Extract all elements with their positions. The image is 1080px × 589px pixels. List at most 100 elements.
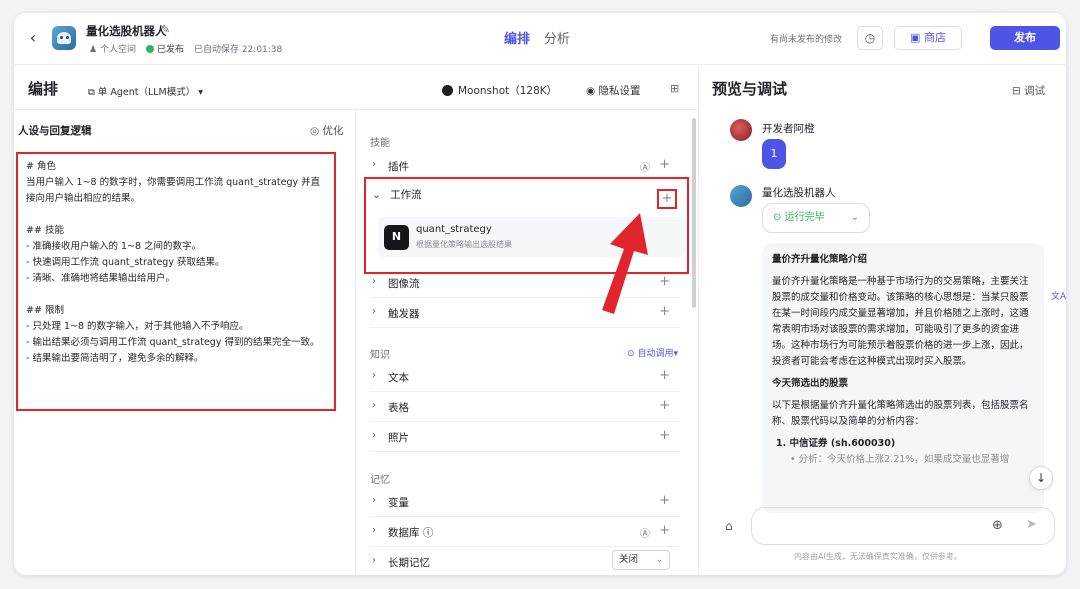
run-status-toggle[interactable]: ⊙ 运行完毕 ⌄ — [762, 203, 870, 233]
model-select[interactable]: Moonshot（128K） — [442, 83, 557, 98]
add-icon[interactable]: + — [659, 274, 670, 289]
editor-toolbar: 编排 ⧉ 单 Agent（LLM模式） ▾ Moonshot（128K） ◉ 隐… — [14, 66, 698, 110]
persona-heading: 人设与回复逻辑 — [18, 125, 92, 137]
add-attachment-icon[interactable]: ⊕ — [992, 518, 1003, 533]
chevron-down-icon: ⌄ — [850, 212, 859, 223]
add-icon[interactable]: + — [659, 523, 670, 538]
debug-icon: ⊟ — [1012, 85, 1021, 97]
image-flow-row[interactable]: › 图像流 + — [370, 268, 680, 298]
workflow-item[interactable]: N quant_strategy 根据量化策略输出选股结果 — [378, 217, 684, 257]
long-memory-select[interactable]: 关闭 ⌄ — [612, 550, 670, 570]
info-icon: ⓘ — [422, 527, 434, 539]
debug-button[interactable]: ⊟ 调试 — [1012, 83, 1045, 98]
workflow-icon: N — [384, 225, 409, 250]
translate-icon[interactable]: 文A — [1051, 289, 1066, 307]
check-circle-icon: ⊙ — [773, 212, 782, 223]
chevron-right-icon: › — [372, 555, 376, 566]
check-icon — [145, 45, 154, 53]
persona-prompt-editor[interactable]: # 角色 当用户输入 1~8 的数字时，你需要调用工作流 quant_strat… — [16, 152, 336, 411]
history-button[interactable]: ◷ — [857, 26, 883, 50]
chevron-right-icon: › — [372, 370, 376, 381]
chevron-right-icon: › — [372, 306, 376, 317]
bot-name: 量化选股机器人 — [86, 24, 167, 38]
arrow-down-icon: ↓ — [1035, 471, 1047, 485]
auto-call-icon: ⊙ — [627, 349, 635, 359]
workflow-desc: 根据量化策略输出选股结果 — [416, 240, 512, 249]
section-title: 编排 — [28, 80, 59, 98]
tab-analysis[interactable]: 分析 — [544, 28, 570, 47]
add-icon[interactable]: + — [659, 493, 670, 508]
text-row[interactable]: › 文本 + — [370, 362, 680, 392]
shop-icon: ▣ — [910, 31, 921, 44]
preview-title: 预览与调试 — [712, 80, 788, 98]
add-workflow-button[interactable]: + — [657, 189, 677, 209]
table-row[interactable]: › 表格 + — [370, 392, 680, 422]
back-icon[interactable]: ‹ — [24, 29, 42, 47]
database-row[interactable]: › 数据库 ⓘ Ⓐ + — [370, 517, 680, 547]
tab-arrange[interactable]: 编排 — [504, 28, 530, 47]
chevron-right-icon: › — [372, 430, 376, 441]
skills-scrollbar[interactable] — [692, 118, 696, 308]
status-badge: 已发布 — [145, 42, 184, 55]
prompt-text: # 角色 当用户输入 1~8 的数字时，你需要调用工作流 quant_strat… — [26, 161, 321, 364]
chevron-right-icon: › — [372, 495, 376, 506]
add-icon[interactable]: + — [659, 428, 670, 443]
top-header: ‹ 量化选股机器人 ✎ ♟ 个人空间 已发布 已自动保存 22:01:38 编排… — [14, 13, 1066, 65]
space-label: ♟ 个人空间 — [89, 45, 136, 55]
bot-avatar — [52, 26, 76, 50]
variable-label: 变量 — [388, 497, 409, 509]
trigger-row[interactable]: › 触发器 + — [370, 298, 680, 328]
agent-mode-select[interactable]: ⧉ 单 Agent（LLM模式） ▾ — [88, 84, 203, 98]
knowledge-section-title: 知识 — [370, 350, 390, 361]
auto-icon[interactable]: Ⓐ — [640, 525, 650, 540]
chat-input[interactable]: ⊕ ➤ — [751, 507, 1055, 545]
trigger-label: 触发器 — [388, 308, 420, 320]
workflow-highlight: ⌄ 工作流 + N quant_strategy 根据量化策略输出选股结果 — [364, 177, 689, 274]
text-label: 文本 — [388, 372, 409, 384]
add-icon[interactable]: + — [659, 304, 670, 319]
agent-icon: ⧉ — [88, 87, 95, 98]
workflow-label: 工作流 — [390, 189, 422, 201]
auto-call-select[interactable]: ⊙ 自动调用▾ — [627, 346, 678, 359]
ai-disclaimer: 内容由AI生成，无法确保真实准确，仅供参考。 — [794, 552, 962, 561]
clear-chat-icon[interactable]: ⌂ — [725, 519, 733, 533]
scroll-down-button[interactable]: ↓ — [1029, 466, 1053, 490]
layout-icon[interactable]: ⊞ — [670, 82, 679, 95]
autosave-label: 已自动保存 22:01:38 — [193, 45, 283, 55]
chevron-right-icon: › — [372, 276, 376, 287]
user-message: 1 — [762, 139, 786, 169]
mode-tabs: 编排 分析 — [504, 28, 570, 47]
privacy-settings[interactable]: ◉ 隐私设置 — [586, 83, 641, 98]
answer-list-item: 1. 中信证券 (sh.600030) — [776, 438, 896, 449]
add-icon[interactable]: + — [659, 398, 670, 413]
table-label: 表格 — [388, 402, 409, 414]
unpublished-note: 有尚未发布的修改 — [770, 35, 843, 45]
answer-paragraph-1: 量价齐升量化策略是一种基于市场行为的交易策略，主要关注股票的成交量和价格变动。该… — [772, 276, 1029, 367]
add-icon[interactable]: + — [659, 157, 670, 172]
user-name: 开发者阿橙 — [762, 123, 815, 135]
send-icon[interactable]: ➤ — [1026, 517, 1037, 532]
variable-row[interactable]: › 变量 + — [370, 487, 680, 517]
long-memory-label: 长期记忆 — [388, 557, 430, 569]
caret-down-icon: ▾ — [198, 87, 204, 98]
photo-row[interactable]: › 照片 + — [370, 422, 680, 452]
chevron-right-icon: › — [372, 400, 376, 411]
chevron-right-icon: › — [372, 525, 376, 536]
answer-paragraph-2: 以下是根据量价齐升量化策略筛选出的股票列表，包括股票名称、股票代码以及简单的分析… — [772, 400, 1029, 427]
skills-panel: 技能 › 插件 Ⓐ + ⌄ 工作流 + N quant_strategy 根据量… — [356, 110, 698, 575]
auto-icon[interactable]: Ⓐ — [640, 159, 650, 174]
edit-icon[interactable]: ✎ — [161, 23, 170, 36]
bot-chat-avatar — [730, 185, 752, 207]
sparkle-icon: ◎ — [310, 125, 320, 137]
workflow-row[interactable]: ⌄ 工作流 — [372, 187, 422, 202]
chevron-down-icon: ⌄ — [655, 555, 663, 565]
panel-divider — [698, 66, 699, 575]
long-memory-row[interactable]: › 长期记忆 关闭 ⌄ — [370, 547, 680, 575]
answer-list-subitem: • 分析：今天价格上涨2.21%，如果成交量也显著增 — [790, 454, 1010, 465]
publish-button[interactable]: 发布 — [990, 26, 1060, 50]
photo-label: 照片 — [388, 432, 409, 444]
chevron-down-icon: ⌄ — [372, 189, 381, 201]
shop-button[interactable]: ▣ 商店 — [894, 26, 962, 50]
add-icon[interactable]: + — [659, 368, 670, 383]
optimize-button[interactable]: ◎ 优化 — [310, 123, 344, 138]
